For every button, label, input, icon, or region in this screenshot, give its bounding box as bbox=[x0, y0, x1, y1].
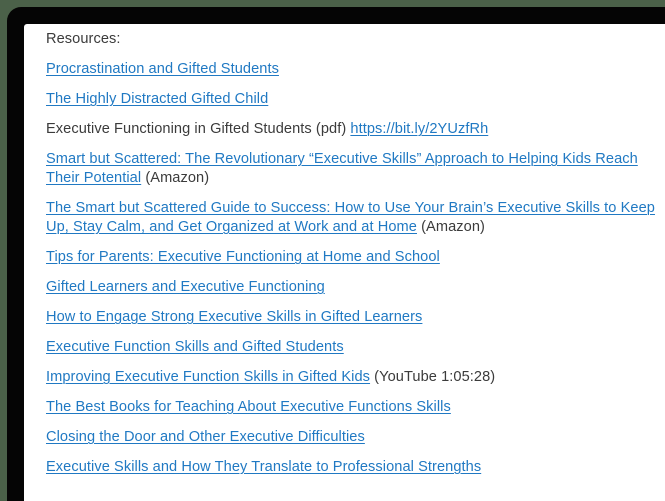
resource-entry: How to Engage Strong Executive Skills in… bbox=[46, 308, 665, 327]
resource-link-url[interactable]: https://bit.ly/2YUzfRh bbox=[350, 121, 488, 137]
entry-suffix: (Amazon) bbox=[141, 170, 210, 186]
screen-outer-edge: Resources: Procrastination and Gifted St… bbox=[0, 0, 665, 501]
entry-suffix: (YouTube 1:05:28) bbox=[370, 369, 496, 385]
resource-link[interactable]: Improving Executive Function Skills in G… bbox=[46, 369, 370, 385]
entry-suffix: (Amazon) bbox=[416, 219, 485, 235]
resource-entry: Procrastination and Gifted Students bbox=[46, 60, 665, 79]
resources-heading: Resources: bbox=[46, 30, 665, 49]
resource-link[interactable]: The Best Books for Teaching About Execut… bbox=[46, 399, 451, 415]
resource-link[interactable]: Executive Function Skills and Gifted Stu… bbox=[46, 339, 344, 355]
resource-link[interactable]: Smart but Scattered: The Revolutionary “… bbox=[46, 151, 638, 186]
resource-entry: Improving Executive Function Skills in G… bbox=[46, 368, 665, 387]
resource-entry: Gifted Learners and Executive Functionin… bbox=[46, 278, 665, 297]
resource-entry: The Best Books for Teaching About Execut… bbox=[46, 398, 665, 417]
resource-link[interactable]: Closing the Door and Other Executive Dif… bbox=[46, 429, 365, 445]
document-page: Resources: Procrastination and Gifted St… bbox=[24, 24, 665, 501]
resource-entry: The Smart but Scattered Guide to Success… bbox=[46, 199, 665, 237]
resource-link[interactable]: The Smart but Scattered Guide to Success… bbox=[46, 200, 655, 235]
resource-entry: Executive Functioning in Gifted Students… bbox=[46, 120, 665, 139]
resource-entry: Closing the Door and Other Executive Dif… bbox=[46, 428, 665, 447]
resource-link[interactable]: Tips for Parents: Executive Functioning … bbox=[46, 249, 440, 265]
entry-prefix: Executive Functioning in Gifted Students… bbox=[46, 121, 351, 137]
resources-document: Resources: Procrastination and Gifted St… bbox=[24, 24, 665, 487]
resource-link[interactable]: Procrastination and Gifted Students bbox=[46, 61, 279, 77]
resource-entry: Executive Skills and How They Translate … bbox=[46, 458, 665, 477]
resource-entry: Tips for Parents: Executive Functioning … bbox=[46, 248, 665, 267]
resource-link[interactable]: Executive Skills and How They Translate … bbox=[46, 459, 481, 475]
resources-heading-text: Resources: bbox=[46, 31, 121, 47]
resource-link[interactable]: Gifted Learners and Executive Functionin… bbox=[46, 279, 325, 295]
resource-link[interactable]: The Highly Distracted Gifted Child bbox=[46, 91, 268, 107]
resource-entry: Executive Function Skills and Gifted Stu… bbox=[46, 338, 665, 357]
resource-entry: The Highly Distracted Gifted Child bbox=[46, 90, 665, 109]
resource-entry: Smart but Scattered: The Revolutionary “… bbox=[46, 150, 665, 188]
window-frame: Resources: Procrastination and Gifted St… bbox=[7, 7, 665, 501]
resource-link[interactable]: How to Engage Strong Executive Skills in… bbox=[46, 309, 422, 325]
